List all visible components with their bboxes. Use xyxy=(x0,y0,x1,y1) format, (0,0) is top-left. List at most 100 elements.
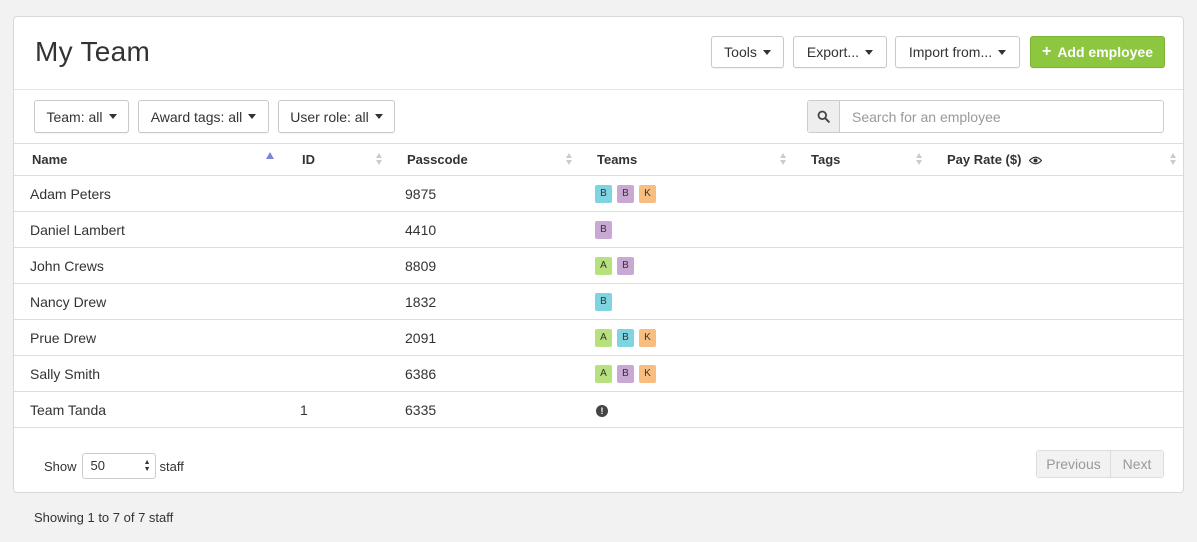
column-header-name[interactable]: Name xyxy=(14,143,284,176)
employee-teams: BBK xyxy=(579,175,793,212)
team-badge: A xyxy=(595,364,612,383)
team-badge: B xyxy=(595,220,612,239)
employee-id xyxy=(284,283,389,320)
page-size-value: 50 xyxy=(90,458,105,473)
page-title: My Team xyxy=(35,36,151,67)
search-icon[interactable] xyxy=(808,101,840,132)
employee-passcode: 6386 xyxy=(389,355,579,392)
team-badge: K xyxy=(639,184,656,203)
team-badge: K xyxy=(639,364,656,383)
caret-down-icon xyxy=(865,49,874,55)
employee-tags xyxy=(793,247,929,284)
import-button-label: Import from... xyxy=(908,44,993,60)
page-size-select[interactable]: 50 ▲ ▼ xyxy=(81,453,156,479)
team-panel: My Team Tools Export... Import from... +… xyxy=(13,16,1184,493)
tools-button[interactable]: Tools xyxy=(711,36,784,68)
user-role-filter[interactable]: User role: all xyxy=(278,100,395,133)
results-summary: Showing 1 to 7 of 7 staff xyxy=(34,510,174,525)
user-role-filter-label: User role: all xyxy=(290,108,369,125)
team-badge: B xyxy=(595,184,612,203)
sort-icon xyxy=(780,153,787,166)
eye-icon[interactable] xyxy=(1028,153,1043,168)
add-employee-button[interactable]: + Add employee xyxy=(1030,36,1165,68)
employee-teams: AB xyxy=(579,247,793,284)
team-badge: B xyxy=(617,184,634,203)
next-button[interactable]: Next xyxy=(1111,451,1163,477)
employee-pay-rate xyxy=(929,391,1183,428)
employee-pay-rate xyxy=(929,175,1183,212)
team-badge: B xyxy=(617,328,634,347)
sort-icon xyxy=(1170,153,1177,166)
column-header-passcode[interactable]: Passcode xyxy=(389,143,579,176)
employee-pay-rate xyxy=(929,355,1183,392)
employee-id xyxy=(284,175,389,212)
employee-name[interactable]: Adam Peters xyxy=(14,175,284,212)
sort-icon xyxy=(376,153,383,166)
previous-button[interactable]: Previous xyxy=(1037,451,1111,477)
team-badge: A xyxy=(595,328,612,347)
employee-teams: ABK xyxy=(579,355,793,392)
import-button[interactable]: Import from... xyxy=(895,36,1020,68)
caret-down-icon xyxy=(108,114,117,119)
employee-pay-rate xyxy=(929,211,1183,248)
sort-icon xyxy=(916,153,923,166)
team-badge: A xyxy=(595,256,612,275)
column-header-label: Tags xyxy=(811,152,841,167)
search-input[interactable] xyxy=(840,101,1163,132)
column-header-label: ID xyxy=(302,152,315,167)
column-header-teams[interactable]: Teams xyxy=(579,143,793,176)
employee-passcode: 1832 xyxy=(389,283,579,320)
employee-teams: ABK xyxy=(579,319,793,356)
employee-name[interactable]: Team Tanda xyxy=(14,391,284,428)
employee-passcode: 4410 xyxy=(389,211,579,248)
column-header-label: Passcode xyxy=(407,152,468,167)
employee-pay-rate xyxy=(929,247,1183,284)
export-button[interactable]: Export... xyxy=(793,36,887,68)
employee-teams: ! xyxy=(579,391,793,428)
award-tags-filter[interactable]: Award tags: all xyxy=(138,100,269,133)
employee-tags xyxy=(793,319,929,356)
show-label: Show xyxy=(44,458,77,474)
caret-down-icon xyxy=(374,114,383,119)
column-header-label: Teams xyxy=(597,152,638,167)
employee-id xyxy=(284,319,389,356)
team-badge: B xyxy=(595,292,612,311)
employee-table: Name ID Passcode Teams Tags Pay Rate ($)… xyxy=(14,143,1183,428)
employee-teams: B xyxy=(579,211,793,248)
panel-header: My Team Tools Export... Import from... +… xyxy=(14,17,1183,90)
search-box xyxy=(807,100,1164,133)
column-header-label: Name xyxy=(32,152,68,167)
table-row[interactable]: Prue Drew 2091 ABK xyxy=(14,319,1183,356)
employee-tags xyxy=(793,355,929,392)
employee-name[interactable]: Daniel Lambert xyxy=(14,211,284,248)
employee-name[interactable]: John Crews xyxy=(14,247,284,284)
table-row[interactable]: Daniel Lambert 4410 B xyxy=(14,211,1183,248)
employee-name[interactable]: Sally Smith xyxy=(14,355,284,392)
column-header-pay-rate[interactable]: Pay Rate ($) xyxy=(929,143,1183,176)
employee-id: 1 xyxy=(284,391,389,428)
table-row[interactable]: John Crews 8809 AB xyxy=(14,247,1183,284)
employee-name[interactable]: Prue Drew xyxy=(14,319,284,356)
employee-teams: B xyxy=(579,283,793,320)
table-header-row: Name ID Passcode Teams Tags Pay Rate ($) xyxy=(14,143,1183,176)
column-header-id[interactable]: ID xyxy=(284,143,389,176)
award-tags-filter-label: Award tags: all xyxy=(150,108,243,125)
table-row[interactable]: Team Tanda 1 6335 ! xyxy=(14,391,1183,428)
table-row[interactable]: Sally Smith 6386 ABK xyxy=(14,355,1183,392)
team-filter[interactable]: Team: all xyxy=(34,100,129,133)
column-header-tags[interactable]: Tags xyxy=(793,143,929,176)
employee-pay-rate xyxy=(929,319,1183,356)
export-button-label: Export... xyxy=(806,44,860,60)
select-arrows-icon: ▲ ▼ xyxy=(143,459,151,473)
team-filter-label: Team: all xyxy=(46,108,103,125)
table-row[interactable]: Adam Peters 9875 BBK xyxy=(14,175,1183,212)
sort-icon xyxy=(566,153,573,166)
plus-icon: + xyxy=(1041,43,1052,60)
sort-ascending-icon xyxy=(266,152,274,159)
employee-name[interactable]: Nancy Drew xyxy=(14,283,284,320)
employee-tags xyxy=(793,283,929,320)
table-row[interactable]: Nancy Drew 1832 B xyxy=(14,283,1183,320)
pagination: Previous Next xyxy=(1036,450,1164,478)
employee-id xyxy=(284,247,389,284)
caret-down-icon xyxy=(998,49,1007,55)
